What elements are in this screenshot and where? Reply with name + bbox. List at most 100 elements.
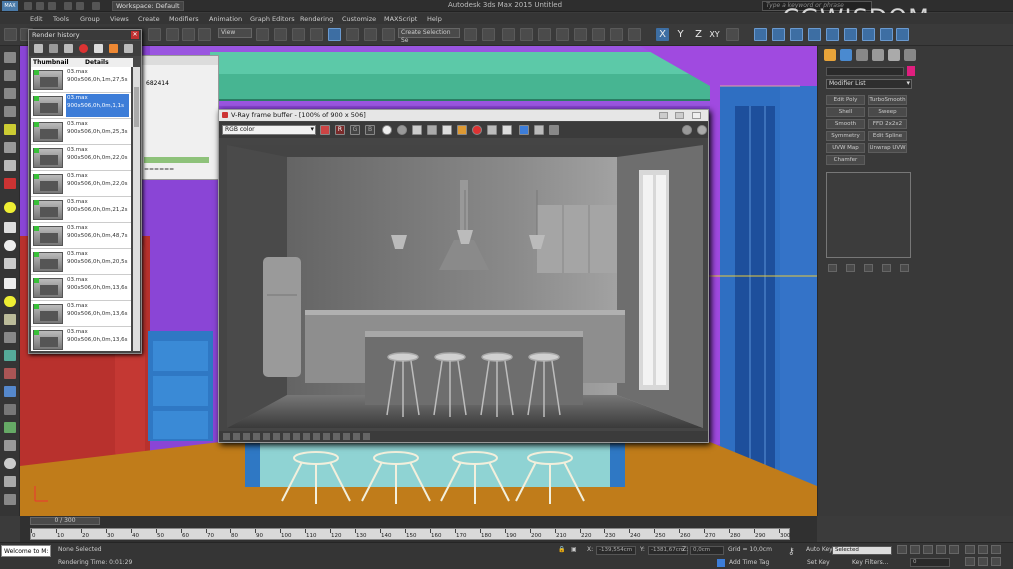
menu-edit[interactable]: Edit xyxy=(30,15,43,23)
vfb-tool-icon[interactable] xyxy=(303,433,310,440)
list-item[interactable]: 03.max 900x506,0h,0m,25,3s xyxy=(31,119,131,145)
mirror-icon[interactable] xyxy=(464,28,477,41)
render-last-icon[interactable] xyxy=(519,125,529,135)
figure-icon[interactable] xyxy=(4,404,16,415)
remove-modifier-icon[interactable] xyxy=(882,264,891,272)
vfb-tool-icon[interactable] xyxy=(323,433,330,440)
save-image-icon[interactable] xyxy=(412,125,422,135)
symmetry-button[interactable]: Symmetry xyxy=(826,131,865,141)
vfb-tool-icon[interactable] xyxy=(353,433,360,440)
snap-midpoint-icon[interactable] xyxy=(862,28,875,41)
vfb-tool-icon[interactable] xyxy=(293,433,300,440)
link-icon[interactable] xyxy=(4,28,17,41)
render-production-icon[interactable] xyxy=(628,28,641,41)
object-name-field[interactable] xyxy=(826,67,904,76)
maximize-viewport-icon[interactable] xyxy=(991,557,1001,566)
render-setup-icon[interactable] xyxy=(592,28,605,41)
z-coordinate-field[interactable]: 0,0cm xyxy=(690,546,724,555)
teapot-icon[interactable] xyxy=(4,458,16,469)
menu-group[interactable]: Group xyxy=(80,15,100,23)
time-slider[interactable]: 0 / 300 xyxy=(30,517,100,525)
set-key-button[interactable]: Set Key xyxy=(807,559,830,566)
spacewarp-icon[interactable] xyxy=(4,178,16,189)
cylinder-icon[interactable] xyxy=(4,258,16,269)
maxscript-listener-window[interactable]: 682414 ====== xyxy=(141,55,219,180)
stop-render-icon[interactable] xyxy=(472,125,482,135)
chamfer-button[interactable]: Chamfer xyxy=(826,155,865,165)
vfb-tool-icon[interactable] xyxy=(313,433,320,440)
vfb-tool-icon[interactable] xyxy=(273,433,280,440)
color-correction-icon[interactable] xyxy=(682,125,692,135)
snap-vertex-icon[interactable] xyxy=(772,28,785,41)
options-icon[interactable] xyxy=(124,44,133,53)
unwrap-uvw-button[interactable]: Unwrap UVW xyxy=(868,143,907,153)
fov-icon[interactable] xyxy=(978,557,988,566)
render-history-scrollbar[interactable] xyxy=(133,67,140,351)
list-item[interactable]: 03.max 900x506,0h,0m,13,6s xyxy=(31,301,131,327)
key-icon[interactable]: ⚷ xyxy=(788,547,795,557)
track-mouse-icon[interactable] xyxy=(534,125,544,135)
refresh-icon[interactable] xyxy=(34,44,43,53)
vfb-title[interactable]: V-Ray frame buffer - [100% of 900 x 506] xyxy=(219,110,708,121)
delete-icon[interactable] xyxy=(79,44,88,53)
open-file-icon[interactable] xyxy=(36,2,44,10)
edit-poly-button[interactable]: Edit Poly xyxy=(826,95,865,105)
create-tab-icon[interactable] xyxy=(824,49,836,61)
menu-graph-editors[interactable]: Graph Editors xyxy=(250,15,295,23)
material-editor-icon[interactable] xyxy=(574,28,587,41)
close-icon[interactable] xyxy=(692,112,701,119)
play-icon[interactable] xyxy=(923,545,933,554)
menu-tools[interactable]: Tools xyxy=(53,15,69,23)
select-scale-icon[interactable] xyxy=(198,28,211,41)
align-icon[interactable] xyxy=(482,28,495,41)
axis-constraint-icon[interactable] xyxy=(726,28,739,41)
layer-explorer-icon[interactable] xyxy=(502,28,515,41)
workspace-dropdown[interactable]: Workspace: Default xyxy=(112,1,184,11)
select-move-icon[interactable] xyxy=(166,28,179,41)
helper-icon[interactable] xyxy=(4,160,16,171)
spinner-snap-icon[interactable] xyxy=(364,28,377,41)
clear-image-icon[interactable] xyxy=(442,125,452,135)
display-options-icon[interactable] xyxy=(697,125,707,135)
vfb-tool-icon[interactable] xyxy=(253,433,260,440)
key-mode-dropdown[interactable]: Selected xyxy=(832,546,892,555)
open-folder-icon[interactable] xyxy=(457,125,467,135)
blue-channel-button[interactable]: B xyxy=(365,125,375,135)
list-item[interactable]: 03.max 900x506,0h,0m,1,1s xyxy=(31,93,131,119)
save-icon[interactable] xyxy=(49,44,58,53)
cone-icon[interactable] xyxy=(4,278,16,289)
configure-modifier-sets-icon[interactable] xyxy=(900,264,909,272)
select-object-icon[interactable] xyxy=(148,28,161,41)
zoom-icon[interactable] xyxy=(965,545,975,554)
modifier-list-dropdown[interactable]: Modifier List xyxy=(826,79,912,89)
pivot-center-icon[interactable] xyxy=(256,28,269,41)
vfb-tool-icon[interactable] xyxy=(263,433,270,440)
follow-mouse-icon[interactable] xyxy=(502,125,512,135)
snap-perpendicular-icon[interactable] xyxy=(896,28,909,41)
close-icon[interactable]: ✕ xyxy=(131,31,139,39)
window-titlebar[interactable] xyxy=(142,56,218,65)
absolute-mode-icon[interactable]: ▣ xyxy=(571,546,577,553)
time-tag-icon[interactable] xyxy=(717,559,725,567)
object-color-swatch[interactable] xyxy=(907,66,915,76)
list-item[interactable]: 03.max 900x506,0h,0m,48,7s xyxy=(31,223,131,249)
particle-icon[interactable] xyxy=(4,350,16,361)
menu-maxscript[interactable]: MAXScript xyxy=(384,15,417,23)
app-logo-icon[interactable]: MAX xyxy=(2,1,18,11)
grid-icon[interactable] xyxy=(4,476,16,487)
menu-modifiers[interactable]: Modifiers xyxy=(169,15,199,23)
vray-frame-buffer-window[interactable]: V-Ray frame buffer - [100% of 900 x 506]… xyxy=(218,109,709,443)
list-item[interactable]: 03.max 900x506,0h,0m,13,6s xyxy=(31,327,131,351)
set-ab-icon[interactable] xyxy=(109,44,118,53)
previous-frame-icon[interactable] xyxy=(910,545,920,554)
select-rotate-icon[interactable] xyxy=(182,28,195,41)
motion-tab-icon[interactable] xyxy=(872,49,884,61)
modifier-stack-view[interactable] xyxy=(826,172,911,258)
scene-icon[interactable] xyxy=(4,440,16,451)
color-picker-icon[interactable] xyxy=(320,125,330,135)
keyboard-shortcut-icon[interactable] xyxy=(292,28,305,41)
orbit-icon[interactable] xyxy=(991,545,1001,554)
snaps-toggle-icon[interactable] xyxy=(310,28,323,41)
smooth-button[interactable]: Smooth xyxy=(826,119,865,129)
col-details[interactable]: Details xyxy=(85,58,109,67)
